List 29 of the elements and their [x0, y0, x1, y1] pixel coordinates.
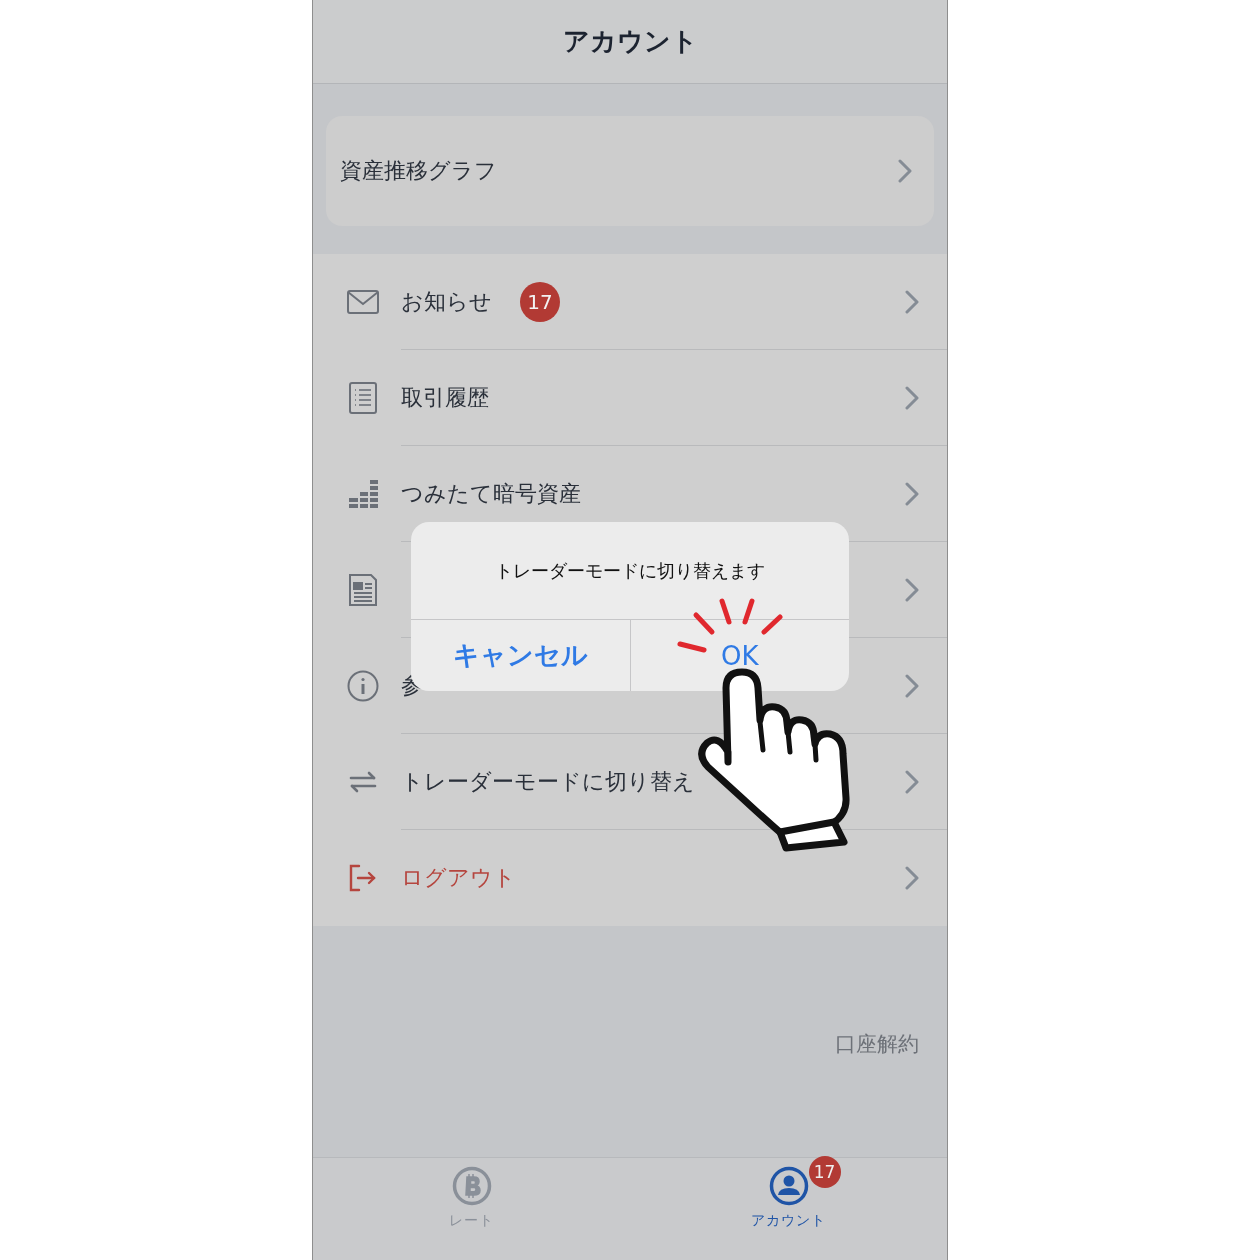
chevron-icon [905, 577, 919, 602]
chevron-icon [898, 159, 912, 183]
menu-label: トレーダーモードに切り替え [401, 767, 695, 796]
chevron-icon [905, 866, 919, 890]
menu-label: 取引履歴 [401, 383, 489, 412]
menu-label: ログアウト [401, 864, 516, 892]
count-badge: 17 [520, 281, 560, 322]
menu-label: お知らせ [401, 287, 492, 316]
menu-item[interactable]: お知らせ 17 [313, 254, 947, 350]
bitcoin-icon [451, 1166, 492, 1206]
tab[interactable]: 17 アカウント [630, 1158, 947, 1260]
graph-link[interactable]: 資産推移グラフ [326, 116, 934, 226]
count-badge: 17 [808, 1156, 841, 1188]
menu-item[interactable]: ログアウト [313, 830, 947, 926]
info-icon [347, 670, 379, 702]
dialog-message: トレーダーモードに切り替えます [495, 558, 765, 583]
chevron-icon [905, 673, 919, 698]
chevron-icon [905, 769, 919, 794]
person-icon [768, 1166, 809, 1206]
chevron-icon [905, 481, 919, 506]
chevron-icon [905, 385, 919, 410]
list-icon [347, 382, 379, 414]
screen-title: アカウント [562, 25, 698, 58]
menu-label: つみたて暗号資産 [401, 479, 581, 508]
document-icon [347, 574, 379, 606]
menu-item[interactable]: 取引履歴 [313, 350, 947, 446]
dialog-button[interactable]: OK [630, 620, 849, 691]
chevron-icon [905, 289, 919, 314]
bars-icon [347, 478, 379, 510]
